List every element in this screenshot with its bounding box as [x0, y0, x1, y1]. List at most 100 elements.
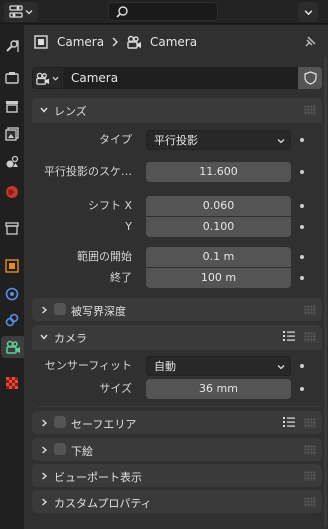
tab-view-layer[interactable]	[2, 123, 22, 145]
ortho-scale-field[interactable]: 11.600	[146, 162, 291, 182]
tab-world[interactable]	[2, 181, 22, 203]
animate-property-dot[interactable]	[300, 387, 304, 391]
tab-constraint[interactable]	[2, 309, 22, 331]
animate-property-dot[interactable]	[300, 204, 304, 208]
clip-row: 範囲の開始 0.1 m 終了 100 m	[32, 247, 322, 288]
shift-y-label-text: Y	[125, 220, 132, 233]
clip-end-field[interactable]: 100 m	[146, 268, 291, 288]
tab-output[interactable]	[2, 95, 22, 117]
viewport-display-panel: ビューポート表示	[32, 464, 322, 487]
render-icon	[5, 72, 19, 84]
tab-object[interactable]	[2, 255, 22, 277]
panel-drag-handle[interactable]	[304, 471, 316, 481]
safe-areas-panel-title: セーフエリア	[71, 418, 137, 431]
animate-property-dot[interactable]	[300, 138, 304, 142]
options-dropdown[interactable]	[298, 2, 318, 22]
tab-physics[interactable]	[2, 283, 22, 305]
output-icon	[6, 101, 18, 113]
animate-property-dot[interactable]	[300, 170, 304, 174]
lens-panel: レンズ タイプ 平行投影 平行投影のスケ… 11.600 シフト X 0.060	[32, 98, 322, 288]
wrench-icon	[6, 40, 19, 52]
breadcrumb-data: Camera	[150, 35, 198, 49]
dof-panel: 被写界深度	[32, 298, 322, 321]
chevron-down-icon	[40, 107, 48, 113]
editor-type-button[interactable]	[4, 2, 38, 22]
animate-property-dot[interactable]	[300, 364, 304, 368]
shift-y-field[interactable]: 0.100	[146, 217, 291, 237]
panel-drag-handle[interactable]	[304, 497, 316, 507]
tab-collection[interactable]	[2, 217, 22, 239]
ortho-scale-label: 平行投影のスケ…	[44, 165, 132, 178]
shield-icon	[303, 71, 317, 85]
lens-panel-header[interactable]: レンズ	[32, 98, 322, 122]
sensor-fit-dropdown[interactable]: 自動	[146, 356, 291, 376]
panel-drag-handle[interactable]	[304, 105, 316, 115]
panel-drag-handle[interactable]	[304, 445, 316, 455]
breadcrumb: Camera Camera	[24, 25, 328, 59]
tab-tool[interactable]	[2, 35, 22, 57]
dof-panel-header[interactable]: 被写界深度	[32, 298, 322, 322]
viewport-display-panel-title: ビューポート表示	[54, 471, 142, 484]
chevron-right-icon	[42, 419, 48, 427]
shift-x-label: シフト X	[87, 199, 132, 212]
chevron-right-icon	[112, 37, 118, 47]
safe-areas-panel-header[interactable]: セーフエリア	[32, 411, 322, 435]
animate-property-dot[interactable]	[300, 276, 304, 280]
list-icon[interactable]	[282, 329, 296, 343]
lens-panel-title: レンズ	[54, 105, 87, 118]
lens-type-value: 平行投影	[154, 134, 198, 147]
background-images-panel-header[interactable]: 下絵	[32, 438, 322, 462]
shift-x-field[interactable]: 0.060	[146, 196, 291, 216]
view-layer-icon	[5, 127, 19, 141]
physics-icon	[5, 287, 19, 301]
search-input[interactable]	[108, 2, 218, 21]
scene-icon	[6, 155, 19, 168]
camera-panel-body: センサーフィット 自動 サイズ 36 mm	[32, 350, 322, 406]
tab-scene[interactable]	[2, 151, 22, 173]
camera-datablock-selector: Camera	[32, 67, 322, 89]
camera-panel-title: カメラ	[54, 332, 87, 345]
camera-panel-header[interactable]: カメラ	[32, 325, 322, 349]
tab-render[interactable]	[2, 67, 22, 89]
camera-data-icon	[36, 72, 50, 85]
sensor-fit-label: センサーフィット	[44, 359, 132, 372]
clip-end-label: 終了	[110, 271, 132, 284]
chevron-right-icon	[42, 446, 48, 454]
tab-camera-data[interactable]	[1, 336, 24, 358]
editor-type-icon	[9, 5, 23, 18]
datablock-name-field[interactable]: Camera	[63, 67, 298, 89]
camera-data-icon	[127, 35, 141, 49]
panel-drag-handle[interactable]	[304, 332, 316, 342]
breadcrumb-object: Camera	[57, 35, 105, 49]
dof-checkbox[interactable]	[54, 303, 66, 315]
safe-areas-panel: セーフエリア	[32, 411, 322, 434]
viewport-display-panel-header[interactable]: ビューポート表示	[32, 464, 322, 488]
tab-texture[interactable]	[2, 372, 22, 394]
chevron-down-icon	[304, 9, 312, 15]
dof-panel-title: 被写界深度	[71, 305, 126, 318]
properties-header	[0, 0, 328, 24]
sensor-size-field[interactable]: 36 mm	[146, 379, 291, 399]
lens-type-row: タイプ 平行投影	[32, 130, 322, 150]
fake-user-button[interactable]	[298, 67, 322, 89]
list-icon[interactable]	[282, 415, 296, 429]
animate-property-dot[interactable]	[300, 225, 304, 229]
lens-panel-body: タイプ 平行投影 平行投影のスケ… 11.600 シフト X 0.060 Y 0…	[32, 123, 322, 288]
clip-start-field[interactable]: 0.1 m	[146, 247, 291, 267]
camera-data-icon	[5, 340, 20, 354]
pin-icon[interactable]	[303, 35, 317, 49]
safe-areas-checkbox[interactable]	[54, 416, 66, 428]
scrollbar[interactable]	[324, 57, 327, 527]
datablock-browse-button[interactable]	[32, 67, 62, 89]
sensor-fit-row: センサーフィット 自動	[32, 356, 322, 376]
texture-icon	[6, 377, 18, 389]
animate-property-dot[interactable]	[300, 255, 304, 259]
custom-properties-panel-header[interactable]: カスタムプロパティ	[32, 490, 322, 514]
panel-drag-handle[interactable]	[304, 305, 316, 315]
panel-drag-handle[interactable]	[304, 418, 316, 428]
background-images-checkbox[interactable]	[54, 443, 66, 455]
lens-type-label: タイプ	[99, 133, 132, 146]
lens-type-dropdown[interactable]: 平行投影	[146, 130, 291, 150]
custom-properties-panel: カスタムプロパティ	[32, 490, 322, 513]
sensor-size-label: サイズ	[99, 382, 132, 395]
